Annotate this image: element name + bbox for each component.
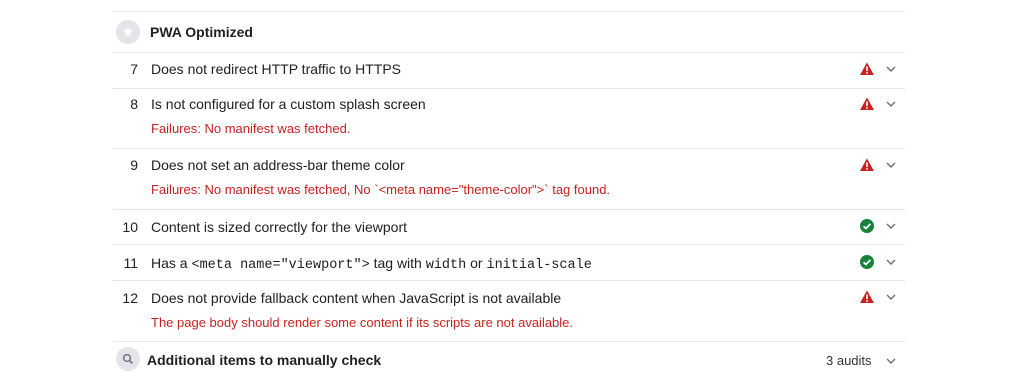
audit-title: Is not configured for a custom splash sc… — [151, 96, 426, 112]
chevron-down-icon[interactable] — [885, 256, 897, 268]
audit-title: Has a <meta name="viewport"> tag with wi… — [151, 255, 592, 273]
audit-number: 8 — [130, 96, 138, 112]
audit-title: Does not provide fallback content when J… — [151, 290, 562, 306]
warning-triangle-icon — [860, 62, 874, 75]
title-text: or — [466, 255, 487, 271]
audit-failure-text: Failures: No manifest was fetched. — [151, 121, 351, 136]
audit-number: 7 — [130, 61, 138, 77]
audit-row-10[interactable]: 10 Content is sized correctly for the vi… — [113, 209, 905, 244]
chevron-down-icon[interactable] — [885, 159, 897, 171]
audit-row-12[interactable]: 12 Does not provide fallback content whe… — [113, 280, 905, 340]
title-code: width — [425, 258, 467, 273]
audit-row-9[interactable]: 9 Does not set an address-bar theme colo… — [113, 148, 905, 208]
check-circle-icon — [860, 255, 874, 269]
manual-check-group[interactable]: Additional items to manually check 3 aud… — [113, 344, 905, 376]
check-circle-icon — [860, 219, 874, 233]
audit-row-8[interactable]: 8 Is not configured for a custom splash … — [113, 88, 905, 148]
audit-number: 12 — [122, 290, 138, 306]
manual-check-title: Additional items to manually check — [147, 352, 382, 368]
audit-title: Does not redirect HTTP traffic to HTTPS — [151, 61, 402, 77]
title-text: Has a — [151, 255, 192, 271]
audit-number: 11 — [123, 255, 138, 271]
title-text: tag with — [369, 255, 426, 271]
audit-failure-text: Failures: No manifest was fetched, No `<… — [151, 182, 611, 197]
audit-count: 3 audits — [826, 353, 872, 368]
group-title: PWA Optimized — [150, 24, 253, 40]
chevron-down-icon[interactable] — [885, 98, 897, 110]
warning-triangle-icon — [860, 158, 874, 171]
top-divider — [113, 11, 905, 12]
audit-title: Does not set an address-bar theme color — [151, 157, 405, 173]
title-code: initial-scale — [486, 258, 592, 273]
chevron-down-icon[interactable] — [885, 291, 897, 303]
audit-number: 9 — [130, 157, 138, 173]
audit-row-11[interactable]: 11 Has a <meta name="viewport"> tag with… — [113, 244, 905, 280]
warning-triangle-icon — [860, 97, 874, 110]
chevron-down-icon[interactable] — [885, 355, 897, 367]
audit-title: Content is sized correctly for the viewp… — [151, 219, 407, 235]
search-icon — [116, 347, 140, 371]
audit-number: 10 — [122, 219, 138, 235]
star-icon — [116, 20, 140, 44]
chevron-down-icon[interactable] — [885, 63, 897, 75]
audit-failure-text: The page body should render some content… — [151, 315, 574, 330]
chevron-down-icon[interactable] — [885, 220, 897, 232]
row-divider — [113, 341, 905, 342]
group-header: PWA Optimized — [113, 18, 253, 46]
warning-triangle-icon — [860, 290, 874, 303]
title-code: <meta name="viewport"> — [191, 258, 370, 273]
audit-row-7[interactable]: 7 Does not redirect HTTP traffic to HTTP… — [113, 52, 905, 88]
